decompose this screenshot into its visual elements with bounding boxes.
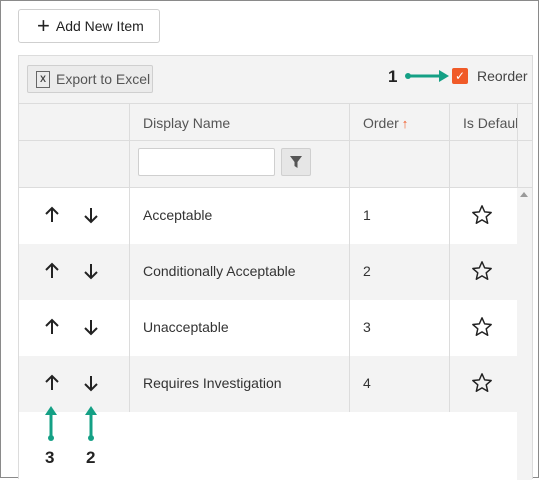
callout-number-3: 3 (45, 448, 55, 467)
row-separator (129, 244, 130, 300)
sort-ascending-icon: ↑ (401, 116, 409, 131)
order-cell: 2 (363, 263, 371, 279)
filter-separator (449, 141, 450, 187)
filter-separator (349, 141, 350, 187)
move-down-button[interactable] (80, 260, 102, 282)
grid-rows: Acceptable 1 Conditionally Acceptable 2 (19, 188, 517, 412)
arrow-up-icon (45, 318, 59, 334)
filter-button[interactable] (281, 148, 311, 176)
display-name-cell: Acceptable (143, 207, 213, 223)
header-separator (129, 104, 130, 140)
window-frame: + Add New Item X Export to Excel 1 ✓ Reo… (0, 0, 539, 480)
move-down-button[interactable] (80, 316, 102, 338)
filter-icon (290, 156, 302, 168)
row-separator (129, 188, 130, 244)
star-icon[interactable] (471, 204, 493, 226)
row-separator (129, 356, 130, 412)
row-separator (349, 356, 350, 412)
star-icon[interactable] (471, 260, 493, 282)
header-separator (517, 104, 518, 140)
column-header-display-name[interactable]: Display Name (143, 115, 230, 131)
callout-number-2: 2 (86, 448, 96, 467)
order-cell: 3 (363, 319, 371, 335)
header-separator (349, 104, 350, 140)
move-down-button[interactable] (80, 372, 102, 394)
arrow-down-icon (84, 208, 98, 224)
plus-icon: + (37, 13, 50, 38)
callout-arrow-1 (405, 70, 449, 82)
table-row: Conditionally Acceptable 2 (19, 244, 517, 300)
header-separator (449, 104, 450, 140)
row-separator (349, 188, 350, 244)
arrow-up-icon (45, 374, 59, 390)
order-cell: 1 (363, 207, 371, 223)
row-separator (449, 244, 450, 300)
grid-toolbar: X Export to Excel 1 ✓ Reorder (19, 56, 532, 104)
data-grid: X Export to Excel 1 ✓ Reorder Display Na… (18, 55, 533, 480)
row-separator (129, 300, 130, 356)
column-header-is-default[interactable]: Is Defaul (463, 115, 517, 131)
add-new-item-button[interactable]: + Add New Item (18, 9, 160, 43)
export-to-excel-button[interactable]: X Export to Excel (27, 65, 153, 93)
column-header-order[interactable]: Order ↑ (363, 115, 408, 131)
grid-header-row: Display Name Order ↑ Is Defaul (19, 104, 532, 141)
move-up-button[interactable] (41, 260, 63, 282)
arrow-down-icon (84, 376, 98, 392)
arrow-down-icon (84, 264, 98, 280)
star-icon[interactable] (471, 316, 493, 338)
vertical-scrollbar[interactable] (517, 188, 532, 480)
grid-filter-row (19, 141, 532, 188)
display-name-filter-input[interactable] (138, 148, 275, 176)
arrow-up-icon (45, 206, 59, 222)
callout-number-1: 1 (388, 67, 398, 86)
display-name-cell: Unacceptable (143, 319, 229, 335)
order-cell: 4 (363, 375, 371, 391)
reorder-checkbox[interactable]: ✓ (452, 68, 468, 84)
move-up-button[interactable] (41, 204, 63, 226)
column-header-order-label: Order (363, 115, 399, 131)
table-row: Unacceptable 3 (19, 300, 517, 356)
display-name-cell: Requires Investigation (143, 375, 282, 391)
callout-arrow-2 (85, 406, 97, 441)
table-row: Acceptable 1 (19, 188, 517, 244)
export-to-excel-label: Export to Excel (56, 71, 151, 87)
star-icon[interactable] (471, 372, 493, 394)
row-separator (449, 300, 450, 356)
row-separator (449, 188, 450, 244)
arrow-down-icon (84, 320, 98, 336)
move-down-button[interactable] (80, 204, 102, 226)
move-up-button[interactable] (41, 372, 63, 394)
reorder-label: Reorder (477, 68, 528, 84)
move-up-button[interactable] (41, 316, 63, 338)
add-new-item-label: Add New Item (55, 18, 144, 34)
row-separator (349, 300, 350, 356)
table-row: Requires Investigation 4 (19, 356, 517, 412)
row-separator (349, 244, 350, 300)
arrow-up-icon (45, 262, 59, 278)
filter-separator (517, 141, 518, 187)
display-name-cell: Conditionally Acceptable (143, 263, 296, 279)
callout-arrow-3 (45, 406, 57, 441)
filter-separator (129, 141, 130, 187)
row-separator (449, 356, 450, 412)
excel-icon: X (36, 70, 50, 88)
scroll-up-arrow-icon[interactable] (520, 192, 528, 197)
